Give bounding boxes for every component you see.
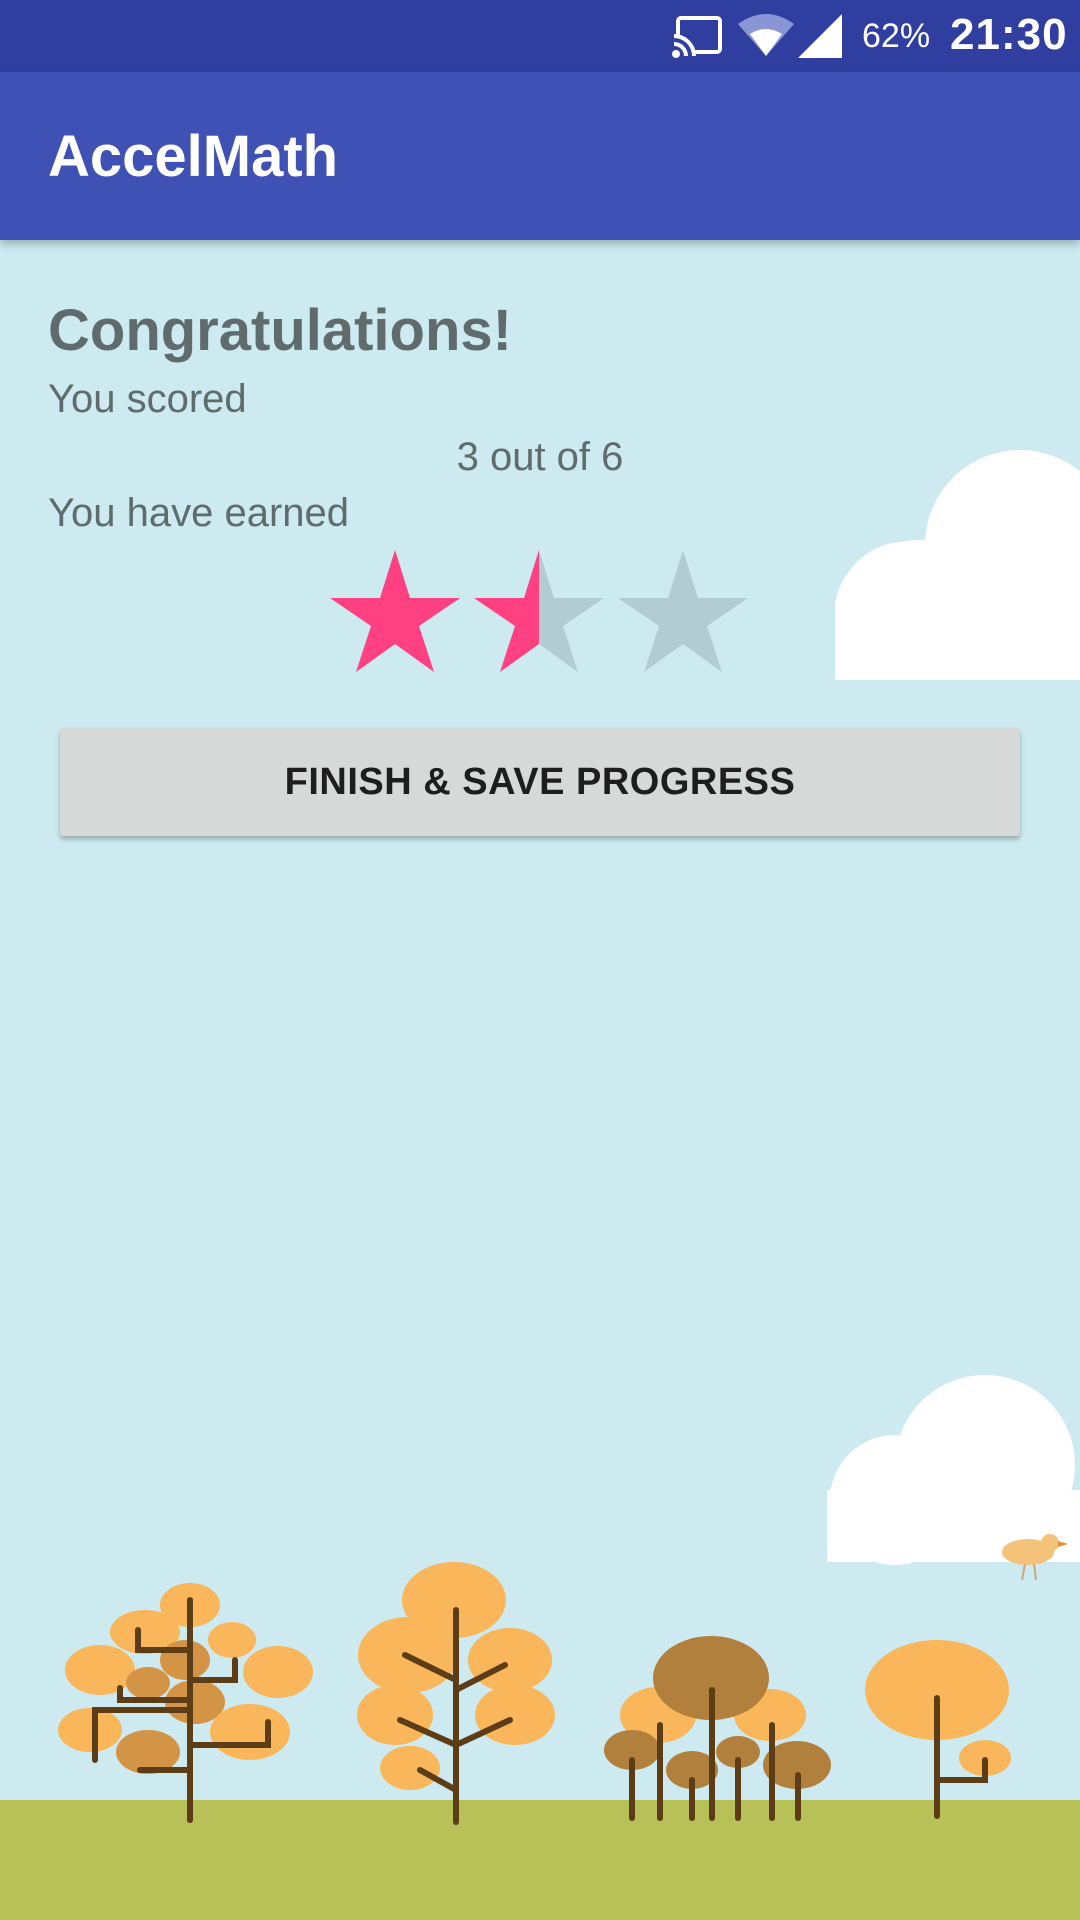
app-title: AccelMath [48,124,339,189]
score-value: 3 out of 6 [456,435,624,479]
scored-label: You scored [48,377,247,421]
star-rating [330,548,750,678]
status-bar: 62% 21:30 [0,0,1080,72]
results-panel: Congratulations! You scored 3 out of 6 Y… [0,240,1080,1920]
clock: 21:30 [950,10,1068,59]
finish-save-button[interactable]: FINISH & SAVE PROGRESS [60,728,1020,836]
wifi-icon [738,14,794,56]
signal-icon [798,14,842,58]
battery-level: 62% [862,17,931,55]
app-bar: AccelMath [0,72,1080,240]
earned-label: You have earned [48,491,350,535]
congrats-heading: Congratulations! [48,298,512,363]
star-icon [474,550,604,672]
star-icon [618,550,748,672]
star-icon [330,550,460,672]
cast-icon [672,16,722,58]
